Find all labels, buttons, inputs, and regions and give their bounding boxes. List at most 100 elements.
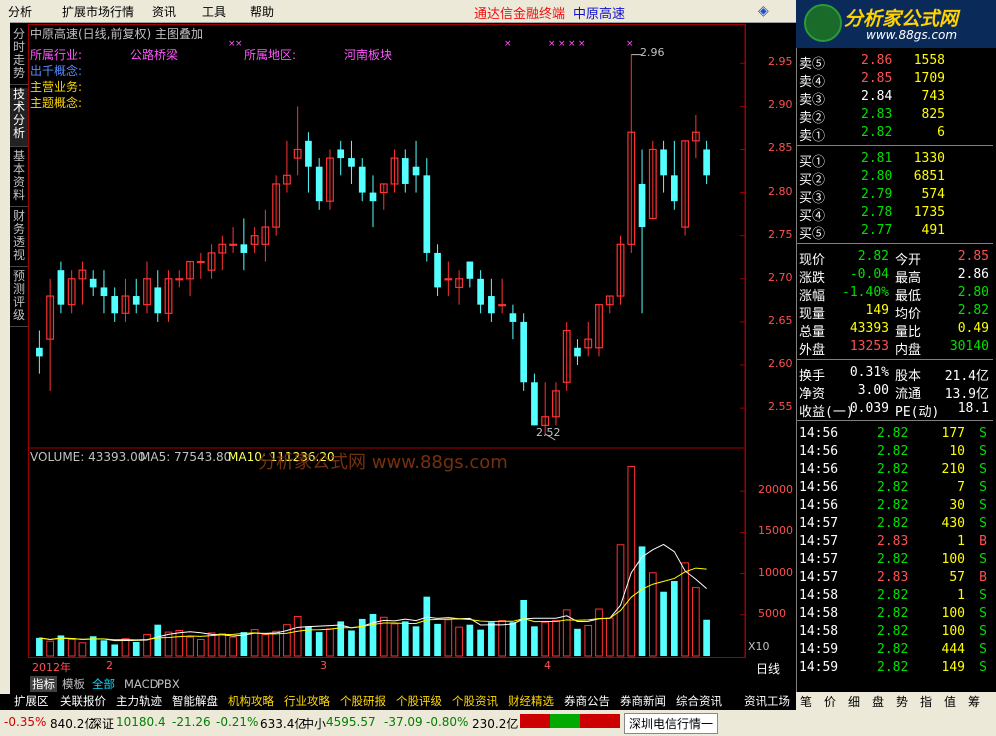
- menu-help[interactable]: 帮助: [250, 3, 274, 20]
- tab-pbx[interactable]: PBX: [155, 676, 182, 692]
- period-label[interactable]: 日线: [756, 660, 780, 677]
- tab-industry-strategy[interactable]: 行业攻略: [282, 693, 332, 709]
- volume-bar-up: [143, 634, 151, 657]
- menu-tools[interactable]: 工具: [202, 3, 226, 20]
- tab-stock-news[interactable]: 个股资讯: [450, 693, 500, 709]
- tick-row[interactable]: 14:56 2.82 30 S: [797, 497, 993, 515]
- server-name[interactable]: 深圳电信行情一: [624, 713, 719, 734]
- tick-row[interactable]: 14:57 2.83 57 B: [797, 569, 993, 587]
- tab-inst-strategy[interactable]: 机构攻略: [226, 693, 276, 709]
- bid-volume: 6851: [913, 169, 945, 184]
- tick-row[interactable]: 14:57 2.82 430 S: [797, 515, 993, 533]
- region-value[interactable]: 河南板块: [344, 46, 392, 63]
- tab-ext-zone[interactable]: 扩展区: [12, 693, 51, 709]
- menu-extended-market[interactable]: 扩展市场行情: [62, 3, 134, 20]
- volume-bar-down: [434, 623, 441, 656]
- tab-finance-select[interactable]: 财经精选: [506, 693, 556, 709]
- tick-price: 2.82: [877, 588, 909, 603]
- tick-row[interactable]: 14:56 2.82 10 S: [797, 443, 993, 461]
- rtab-trend[interactable]: 势: [896, 693, 908, 710]
- rtab-detail[interactable]: 细: [848, 693, 860, 710]
- ask-row[interactable]: 卖④ 2.85 1709: [797, 70, 993, 90]
- rtab-price[interactable]: 价: [824, 693, 836, 710]
- kline-chart[interactable]: × × × × × × × ×: [28, 24, 746, 658]
- stat-label: 外盘: [799, 343, 826, 358]
- tab-stock-research[interactable]: 个股研报: [338, 693, 388, 709]
- zx-amount: 230.2亿: [472, 717, 519, 731]
- stat-row[interactable]: 现量 149 均价 2.82: [797, 302, 993, 322]
- bid-row[interactable]: 买④ 2.78 1735: [797, 204, 993, 224]
- bid-row[interactable]: 买② 2.80 6851: [797, 168, 993, 188]
- rtab-book[interactable]: 盘: [872, 693, 884, 710]
- rtab-indicator[interactable]: 指: [920, 693, 932, 710]
- stat-row[interactable]: 外盘 13253 内盘 30140: [797, 338, 993, 358]
- tick-row[interactable]: 14:57 2.83 1 B: [797, 533, 993, 551]
- volume-bar-up: [326, 628, 334, 657]
- tab-smart-analysis[interactable]: 智能解盘: [170, 693, 220, 709]
- ask-row[interactable]: 卖② 2.83 825: [797, 106, 993, 126]
- tick-row[interactable]: 14:58 2.82 100 S: [797, 623, 993, 641]
- vtab-technical[interactable]: 技术分析: [10, 88, 28, 147]
- vtab-fundamentals[interactable]: 基本资料: [10, 150, 28, 207]
- stat-row[interactable]: 总量 43393 量比 0.49: [797, 320, 993, 340]
- tick-row[interactable]: 14:59 2.82 149 S: [797, 659, 993, 677]
- tab-broker-notice[interactable]: 券商公告: [562, 693, 612, 709]
- ask-row[interactable]: 卖⑤ 2.86 1558: [797, 52, 993, 72]
- candle-body-up: [229, 243, 238, 246]
- volume-bar-up: [207, 632, 216, 657]
- tick-row[interactable]: 14:57 2.82 100 S: [797, 551, 993, 569]
- tick-side: S: [979, 480, 987, 495]
- event-mark: ×: [578, 39, 586, 49]
- tab-info-workshop[interactable]: 资讯工场: [742, 693, 792, 709]
- rtab-trades[interactable]: 笔: [800, 693, 812, 710]
- fund-row[interactable]: 换手 0.31% 股本 21.4亿: [797, 364, 993, 384]
- stat-row[interactable]: 涨幅 -1.40% 最低 2.80: [797, 284, 993, 304]
- volume-bar-down: [111, 644, 119, 656]
- volume-bar-down: [337, 621, 345, 656]
- logo-ball-icon: [804, 4, 842, 42]
- vtab-financials[interactable]: 财务透视: [10, 210, 28, 267]
- tick-price: 2.82: [877, 660, 909, 675]
- tick-row[interactable]: 14:56 2.82 7 S: [797, 479, 993, 497]
- volume-bar-up: [681, 562, 689, 657]
- stat-row[interactable]: 涨跌 -0.04 最高 2.86: [797, 266, 993, 286]
- volume-tick-label: 5000: [758, 606, 786, 620]
- tab-main-track[interactable]: 主力轨迹: [114, 693, 164, 709]
- event-mark: ×: [568, 39, 576, 49]
- menu-news[interactable]: 资讯: [152, 3, 176, 20]
- bid-row[interactable]: 买⑤ 2.77 491: [797, 222, 993, 242]
- window-restore-icon[interactable]: ◈: [758, 3, 769, 19]
- volume-bar-up: [605, 617, 614, 657]
- tab-indicator[interactable]: 指标: [30, 676, 57, 692]
- bid-row[interactable]: 买① 2.81 1330: [797, 150, 993, 170]
- tab-general-news[interactable]: 综合资讯: [674, 693, 724, 709]
- tab-stock-rating[interactable]: 个股评级: [394, 693, 444, 709]
- volume-label: VOLUME: 43393.00: [30, 450, 146, 464]
- ask-row[interactable]: 卖① 2.82 6: [797, 124, 993, 144]
- vtab-intraday[interactable]: 分时走势: [10, 28, 28, 85]
- vtab-ratings[interactable]: 预测评级: [10, 270, 28, 327]
- rtab-chips[interactable]: 筹: [968, 693, 980, 710]
- stat-value: 2.86: [957, 267, 989, 282]
- stat-row[interactable]: 现价 2.82 今开 2.85: [797, 248, 993, 268]
- tab-template[interactable]: 模板: [60, 676, 87, 692]
- industry-value[interactable]: 公路桥梁: [130, 46, 178, 63]
- tick-time: 14:57: [799, 570, 839, 585]
- tick-row[interactable]: 14:56 2.82 210 S: [797, 461, 993, 479]
- quote-separator: [797, 420, 993, 421]
- menu-analysis[interactable]: 分析: [8, 3, 32, 20]
- fund-row[interactable]: 净资 3.00 流通 13.9亿: [797, 382, 993, 402]
- tick-row[interactable]: 14:59 2.82 444 S: [797, 641, 993, 659]
- low-price-mark: 2.52: [536, 426, 561, 439]
- rtab-value[interactable]: 值: [944, 693, 956, 710]
- bid-row[interactable]: 买③ 2.79 574: [797, 186, 993, 206]
- tick-row[interactable]: 14:56 2.82 177 S: [797, 425, 993, 443]
- ask-row[interactable]: 卖③ 2.84 743: [797, 88, 993, 108]
- fund-row[interactable]: 收益(一) 0.039 PE(动) 18.1: [797, 400, 993, 420]
- volume-bar-down: [358, 618, 366, 656]
- tick-row[interactable]: 14:58 2.82 1 S: [797, 587, 993, 605]
- tab-related-quote[interactable]: 关联报价: [58, 693, 108, 709]
- tab-all[interactable]: 全部: [90, 676, 117, 692]
- tick-row[interactable]: 14:58 2.82 100 S: [797, 605, 993, 623]
- tab-broker-news[interactable]: 券商新闻: [618, 693, 668, 709]
